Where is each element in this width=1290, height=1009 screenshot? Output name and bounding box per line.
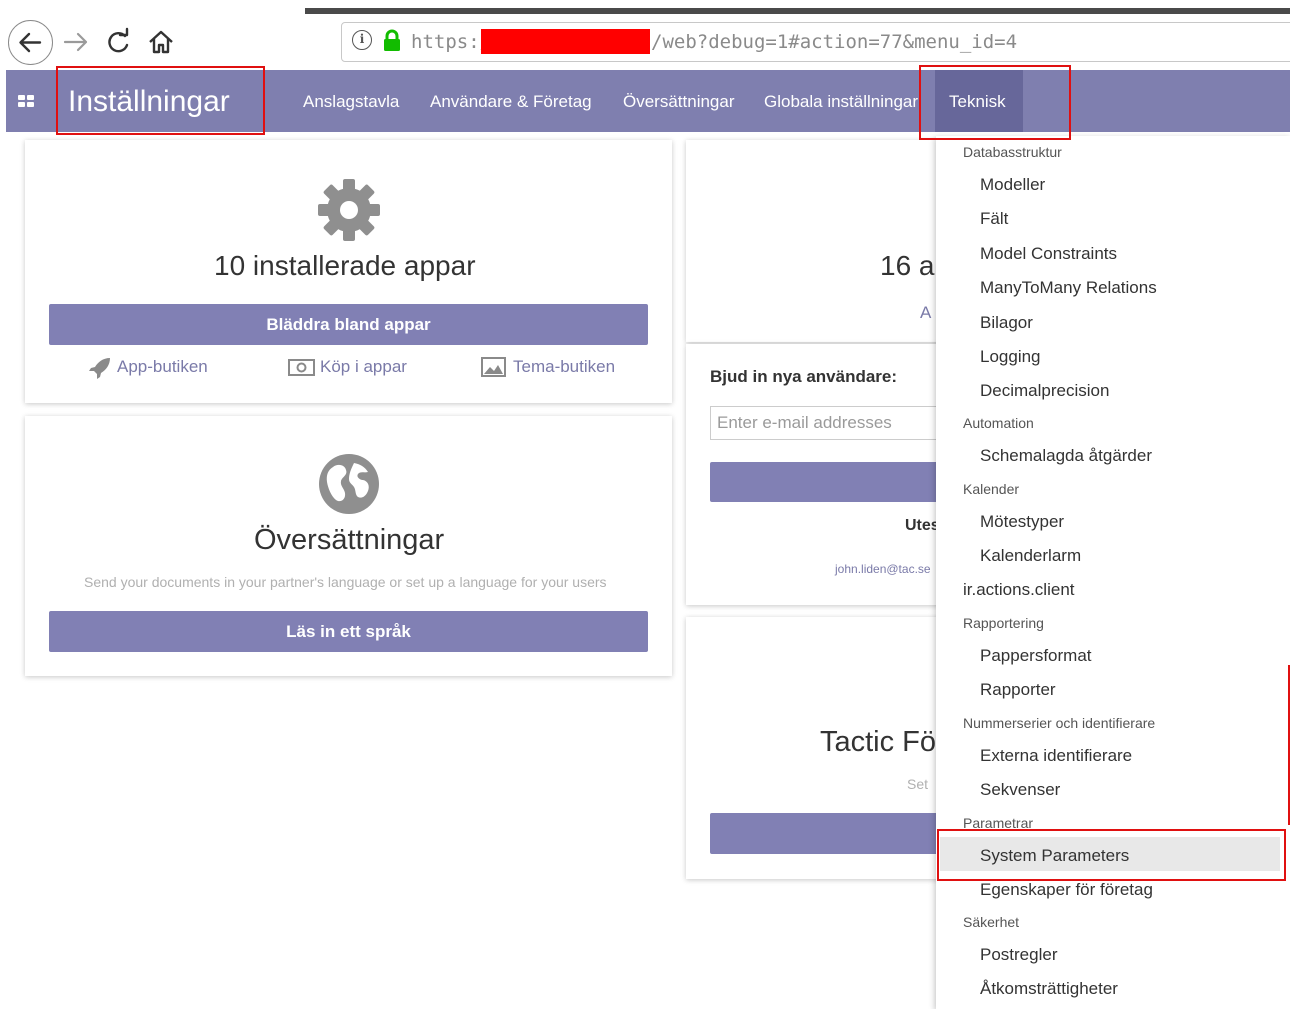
dropdown-item-postregler[interactable]: Postregler <box>980 945 1057 965</box>
dropdown-header: Nummerserier och identifierare <box>963 715 1156 731</box>
pending-invites-label: Utes <box>905 517 940 534</box>
theme-store-link[interactable]: Tema-butiken <box>513 357 615 377</box>
lock-icon <box>384 29 400 51</box>
dropdown-item-falt[interactable]: Fält <box>980 209 1008 229</box>
dropdown-header: Automation <box>963 415 1034 431</box>
menu-globala-installningar[interactable]: Globala inställningar <box>764 92 918 112</box>
back-button[interactable] <box>8 20 53 65</box>
invite-label: Bjud in nya användare: <box>710 367 898 386</box>
load-language-button[interactable]: Läs in ett språk <box>49 611 648 652</box>
browser-tab-strip <box>305 8 1290 14</box>
menu-anvandare-foretag[interactable]: Användare & Företag <box>430 92 592 112</box>
menu-anslagstavla[interactable]: Anslagstavla <box>303 92 399 112</box>
dropdown-item-kalenderlarm[interactable]: Kalenderlarm <box>980 546 1081 566</box>
users-link[interactable]: A <box>920 303 931 323</box>
dropdown-header: Kalender <box>963 481 1020 497</box>
annotation-box-system-parameters <box>937 829 1286 881</box>
dropdown-item-modeller[interactable]: Modeller <box>980 175 1045 195</box>
email-placeholder: Enter e-mail addresses <box>717 413 892 432</box>
dropdown-item-rapporter[interactable]: Rapporter <box>980 680 1056 700</box>
apps-menu-icon[interactable] <box>18 95 34 107</box>
money-icon <box>288 359 315 376</box>
annotation-box-teknisk <box>919 65 1071 140</box>
url-path: /web?debug=1#action=77&menu_id=4 <box>651 31 1018 53</box>
forward-button[interactable] <box>60 26 92 66</box>
email-field[interactable]: Enter e-mail addresses <box>710 406 950 440</box>
image-icon <box>481 357 506 377</box>
company-button[interactable] <box>710 813 950 854</box>
dropdown-item-logging[interactable]: Logging <box>980 347 1041 367</box>
site-info-icon[interactable]: i <box>352 30 372 50</box>
invite-button[interactable] <box>710 462 950 502</box>
dropdown-header: Databasstruktur <box>963 144 1062 160</box>
dropdown-item-atkomstrattigheter[interactable]: Åtkomsträttigheter <box>980 979 1118 999</box>
app-store-link[interactable]: App-butiken <box>117 357 208 377</box>
company-title: Tactic Fö <box>820 726 937 758</box>
arrow-right-icon <box>63 32 88 52</box>
dropdown-item-ir-actions-client[interactable]: ir.actions.client <box>963 580 1075 600</box>
dropdown-item-decimalprecision[interactable]: Decimalprecision <box>980 381 1109 401</box>
users-count-title: 16 a <box>880 250 935 281</box>
dropdown-item-schemalagda-atgarder[interactable]: Schemalagda åtgärder <box>980 446 1152 466</box>
company-subtitle: Set <box>907 776 929 792</box>
dropdown-item-pappersformat[interactable]: Pappersformat <box>980 646 1092 666</box>
rocket-icon <box>89 358 110 379</box>
in-app-purchase-link[interactable]: Köp i appar <box>320 357 407 377</box>
home-icon <box>149 30 173 54</box>
gear-icon <box>318 179 380 241</box>
dropdown-item-sekvenser[interactable]: Sekvenser <box>980 780 1060 800</box>
apps-count-title: 10 installerade appar <box>214 250 476 281</box>
dropdown-item-motestyper[interactable]: Mötestyper <box>980 512 1064 532</box>
browse-apps-button[interactable]: Bläddra bland appar <box>49 304 648 345</box>
reload-icon <box>108 27 129 53</box>
home-button[interactable] <box>145 26 177 66</box>
dropdown-item-egenskaper-for-foretag[interactable]: Egenskaper för företag <box>980 880 1153 900</box>
screenshot-root: i https:// /web?debug=1#action=77&menu_i… <box>0 0 1290 1009</box>
dropdown-item-many2many-relations[interactable]: ManyToMany Relations <box>980 278 1157 298</box>
globe-icon <box>319 454 379 514</box>
dropdown-item-externa-identifierare[interactable]: Externa identifierare <box>980 746 1132 766</box>
translations-title: Översättningar <box>254 524 445 556</box>
url-redaction <box>481 29 650 54</box>
dropdown-item-bilagor[interactable]: Bilagor <box>980 313 1033 333</box>
dropdown-item-model-constraints[interactable]: Model Constraints <box>980 244 1117 264</box>
arrow-left-icon <box>18 32 41 52</box>
dropdown-header: Säkerhet <box>963 914 1020 930</box>
translations-subtitle: Send your documents in your partner's la… <box>84 574 607 590</box>
users-card <box>686 140 946 342</box>
pending-email-link[interactable]: john.liden@tac.se <box>835 562 931 576</box>
menu-oversattningar[interactable]: Översättningar <box>623 92 735 112</box>
annotation-box-brand <box>56 66 265 135</box>
reload-button[interactable] <box>103 26 135 66</box>
dropdown-header: Rapportering <box>963 615 1044 631</box>
